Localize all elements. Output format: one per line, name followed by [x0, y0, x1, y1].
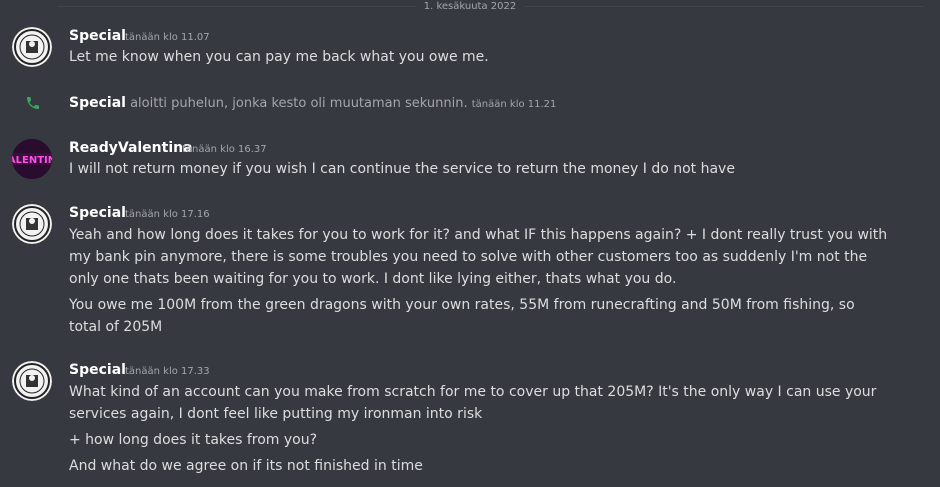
avatar-readyvalentina[interactable]: ALENTIN — [12, 139, 52, 179]
message-author[interactable]: Special — [69, 27, 126, 45]
message-text: I will not return money if you wish I ca… — [69, 161, 735, 177]
message-author[interactable]: ReadyValentina — [69, 139, 193, 157]
phone-icon — [27, 97, 39, 109]
message-timestamp: tänään klo 17.33 — [125, 366, 210, 377]
valentina-avatar-icon: ALENTIN — [12, 139, 52, 179]
special-avatar-icon — [12, 27, 52, 67]
divider-line — [58, 6, 416, 7]
call-action-text: aloitti puhelun, jonka kesto oli muutama… — [130, 96, 468, 111]
message-text: What kind of an account can you make fro… — [69, 384, 877, 422]
call-notice: Special aloitti puhelun, jonka kesto oli… — [69, 94, 556, 114]
message-timestamp: tänään klo 16.37 — [182, 144, 267, 155]
special-avatar-icon — [12, 361, 52, 401]
date-divider: 1. kesäkuuta 2022 — [0, 0, 940, 14]
message-text: Yeah and how long does it takes for you … — [69, 227, 888, 287]
message-text: Let me know when you can pay me back wha… — [69, 49, 489, 65]
message-timestamp: tänään klo 11.07 — [125, 32, 210, 43]
avatar-special[interactable] — [12, 204, 52, 244]
message-author[interactable]: Special — [69, 361, 126, 379]
avatar-special[interactable] — [12, 27, 52, 67]
message-text: You owe me 100M from the green dragons w… — [69, 297, 855, 335]
divider-line — [524, 6, 924, 7]
special-avatar-icon — [12, 204, 52, 244]
message-author[interactable]: Special — [69, 204, 126, 222]
message-text: And what do we agree on if its not finis… — [69, 458, 423, 474]
message-text: + how long does it takes from you? — [69, 432, 318, 448]
date-divider-label: 1. kesäkuuta 2022 — [423, 1, 517, 12]
message-timestamp: tänään klo 11.21 — [471, 99, 557, 110]
message-timestamp: tänään klo 17.16 — [125, 209, 210, 220]
message-author[interactable]: Special — [69, 95, 126, 111]
avatar-special[interactable] — [12, 361, 52, 401]
avatar-text: ALENTIN — [12, 155, 52, 166]
